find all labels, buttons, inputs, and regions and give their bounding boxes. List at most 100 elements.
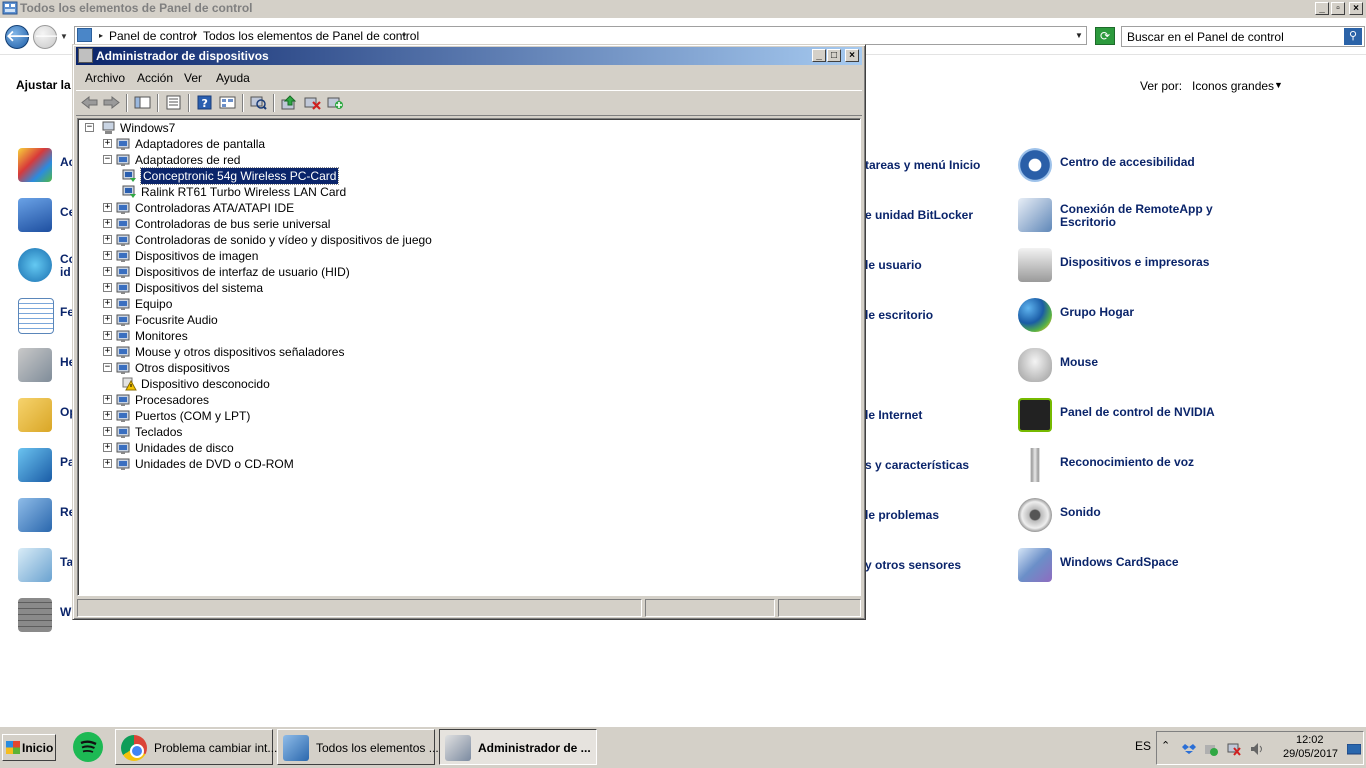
cp-item-centro[interactable]: Ce: [18, 198, 78, 238]
cp-item-recuperacion[interactable]: Re: [18, 498, 78, 538]
security-icon[interactable]: [1204, 742, 1218, 756]
enable-device-icon[interactable]: [327, 95, 344, 110]
maximize-button[interactable]: □: [827, 49, 841, 62]
collapse-toggle[interactable]: −: [103, 155, 112, 164]
address-dropdown-icon[interactable]: ▼: [1075, 31, 1083, 40]
cp-item-mouse[interactable]: Mouse: [1018, 348, 1248, 388]
back-arrow-icon[interactable]: [81, 95, 98, 110]
chevron-down-icon[interactable]: ▾: [193, 31, 197, 40]
language-indicator[interactable]: ES: [1135, 739, 1151, 753]
chevron-down-icon[interactable]: ▾: [402, 31, 406, 40]
taskbar-button-control-panel[interactable]: Todos los elementos ...: [277, 729, 439, 765]
cp-item-reconocimiento-voz[interactable]: Reconocimiento de voz: [1018, 448, 1248, 488]
console-tree-icon[interactable]: [134, 95, 151, 110]
search-box[interactable]: ⚲: [1121, 26, 1365, 47]
cp-item-remoteapp[interactable]: Conexión de RemoteApp y Escritorio: [1018, 198, 1248, 238]
history-dropdown-icon[interactable]: ▼: [60, 32, 68, 41]
cp-item-programas[interactable]: s y características: [865, 458, 969, 472]
cp-item-opciones-internet[interactable]: le Internet: [865, 408, 922, 422]
menu-accion[interactable]: Acción: [137, 71, 173, 85]
cp-item-opciones[interactable]: Op: [18, 398, 78, 438]
close-button[interactable]: ×: [845, 49, 859, 62]
expand-toggle[interactable]: +: [103, 459, 112, 468]
collapse-toggle[interactable]: −: [85, 123, 94, 132]
forward-arrow-icon[interactable]: [103, 95, 120, 110]
expand-toggle[interactable]: +: [103, 411, 112, 420]
menu-ver[interactable]: Ver: [184, 71, 202, 85]
update-driver-icon[interactable]: [281, 95, 298, 110]
cp-item-cardspace[interactable]: Windows CardSpace: [1018, 548, 1248, 588]
help-icon[interactable]: ?: [196, 95, 213, 110]
uninstall-icon[interactable]: [304, 95, 321, 110]
expand-toggle[interactable]: +: [103, 395, 112, 404]
expand-toggle[interactable]: +: [103, 443, 112, 452]
breadcrumb-todos-los-elementos[interactable]: Todos los elementos de Panel de control: [203, 29, 419, 43]
cp-item-sonido[interactable]: Sonido: [1018, 498, 1248, 538]
cp-item-cuentas-de-usuario[interactable]: le usuario: [865, 258, 922, 272]
expand-toggle[interactable]: +: [103, 139, 112, 148]
search-icon[interactable]: ⚲: [1344, 28, 1362, 45]
device-manager-title-bar[interactable]: Administrador de dispositivos _ □ ×: [76, 47, 862, 65]
device-manager-window[interactable]: Administrador de dispositivos _ □ × Arch…: [72, 44, 866, 620]
volume-icon[interactable]: [1250, 742, 1264, 756]
cp-item-configuracion[interactable]: Co id: [18, 248, 78, 288]
expand-toggle[interactable]: +: [103, 427, 112, 436]
collapse-toggle[interactable]: −: [103, 363, 112, 372]
expand-toggle[interactable]: +: [103, 299, 112, 308]
expand-toggle[interactable]: +: [103, 235, 112, 244]
cp-item-nvidia[interactable]: Panel de control de NVIDIA: [1018, 398, 1248, 438]
restore-button[interactable]: ▫: [1331, 2, 1345, 15]
cp-item-sensores[interactable]: y otros sensores: [865, 558, 961, 572]
chevron-right-icon[interactable]: ▸: [99, 31, 103, 40]
expand-toggle[interactable]: +: [103, 251, 112, 260]
search-input[interactable]: [1127, 28, 1337, 45]
start-button[interactable]: Inicio: [2, 734, 56, 761]
expand-toggle[interactable]: +: [103, 283, 112, 292]
spotify-icon[interactable]: [73, 732, 103, 762]
cp-item-bitlocker[interactable]: e unidad BitLocker: [865, 208, 973, 222]
show-hidden-icons[interactable]: ⌃: [1161, 739, 1175, 753]
cp-item-pantalla[interactable]: Pa: [18, 448, 78, 488]
dropbox-icon[interactable]: [1182, 742, 1196, 756]
taskbar-button-device-manager[interactable]: Administrador de ...: [439, 729, 597, 765]
cp-item-centro-accesibilidad[interactable]: Centro de accesibilidad: [1018, 148, 1248, 188]
taskbar-button-chrome[interactable]: Problema cambiar int...: [115, 729, 277, 765]
cp-item-barra-de-tareas[interactable]: tareas y menú Inicio: [865, 158, 980, 172]
view-by-selector[interactable]: Iconos grandes: [1192, 79, 1274, 93]
menu-ayuda[interactable]: Ayuda: [216, 71, 250, 85]
back-button[interactable]: 🡐: [5, 25, 46, 49]
cp-item-herramientas[interactable]: He: [18, 348, 78, 388]
expand-toggle[interactable]: +: [103, 315, 112, 324]
expand-toggle[interactable]: +: [103, 219, 112, 228]
minimize-button[interactable]: _: [812, 49, 826, 62]
cp-item-dispositivos-impresoras[interactable]: Dispositivos e impresoras: [1018, 248, 1248, 288]
refresh-button[interactable]: ⟳: [1095, 27, 1115, 45]
close-button[interactable]: ×: [1349, 2, 1363, 15]
forward-button[interactable]: 🡒: [33, 25, 74, 49]
clock-time[interactable]: 12:02: [1296, 734, 1324, 746]
view-list-icon[interactable]: [219, 95, 236, 110]
cp-item-gadgets[interactable]: le escritorio: [865, 308, 933, 322]
device-tree[interactable]: − Windows7 + Adaptadores de pantalla − Adap…: [77, 118, 861, 596]
cp-item-accion[interactable]: Ac: [18, 148, 78, 188]
properties-icon[interactable]: [165, 95, 182, 110]
cp-item-fecha[interactable]: Fe: [18, 298, 78, 338]
show-desktop-icon[interactable]: [1346, 743, 1362, 758]
minimize-button[interactable]: _: [1315, 2, 1329, 15]
cp-item-taskbar[interactable]: Ta: [18, 548, 78, 588]
expand-toggle[interactable]: +: [103, 331, 112, 340]
breadcrumb-panel-de-control[interactable]: Panel de control: [109, 29, 196, 43]
expand-toggle[interactable]: +: [103, 267, 112, 276]
control-panel-title-bar[interactable]: Todos los elementos de Panel de control …: [0, 0, 1366, 18]
expand-toggle[interactable]: +: [103, 203, 112, 212]
scan-hardware-icon[interactable]: [250, 95, 267, 110]
network-disconnected-icon[interactable]: [1227, 742, 1241, 756]
address-box[interactable]: ▸ Panel de control ▾ Todos los elementos…: [74, 26, 1087, 45]
chevron-down-icon[interactable]: ▼: [1274, 80, 1283, 90]
cp-item-solucion-problemas[interactable]: le problemas: [865, 508, 939, 522]
menu-archivo[interactable]: Archivo: [85, 71, 125, 85]
cp-item-firewall[interactable]: W: [18, 598, 78, 638]
clock-date[interactable]: 29/05/2017: [1283, 748, 1338, 760]
cp-item-grupo-hogar[interactable]: Grupo Hogar: [1018, 298, 1248, 338]
expand-toggle[interactable]: +: [103, 347, 112, 356]
